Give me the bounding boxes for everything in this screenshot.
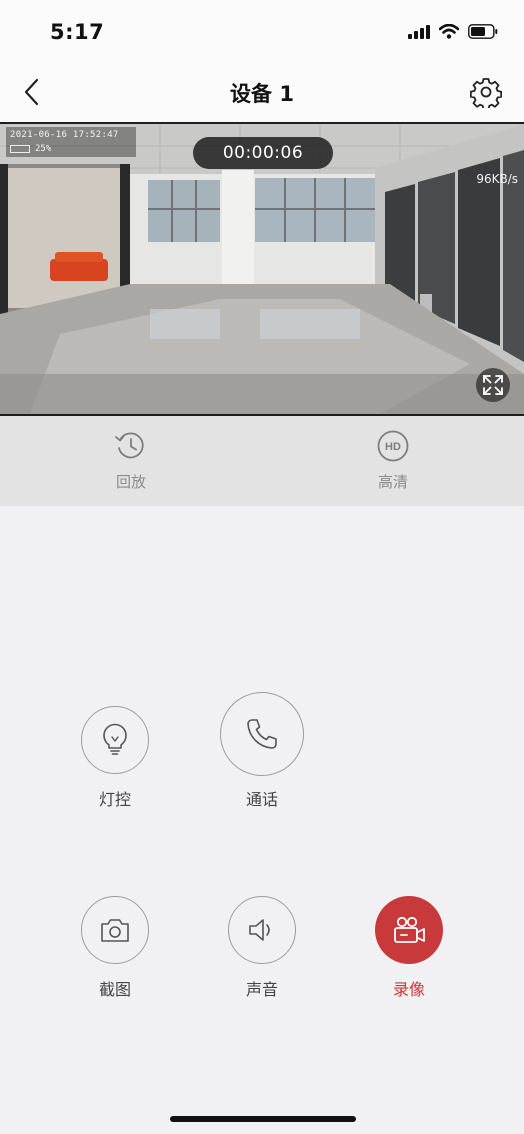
quick-action-bar: 回放 HD 高清 xyxy=(0,416,524,506)
sound-button[interactable]: 声音 xyxy=(207,896,317,1000)
wifi-icon xyxy=(439,24,459,39)
record-label: 录像 xyxy=(392,980,425,999)
expand-icon xyxy=(483,375,503,395)
page-title: 设备 1 xyxy=(230,82,294,106)
record-circle[interactable] xyxy=(375,896,443,964)
sound-label: 声音 xyxy=(245,980,278,999)
light-control-button[interactable]: 灯控 xyxy=(60,706,170,810)
status-bar: 5:17 xyxy=(0,0,524,62)
light-control-circle[interactable] xyxy=(81,706,149,774)
screenshot-circle[interactable] xyxy=(81,896,149,964)
status-time: 5:17 xyxy=(50,20,105,44)
light-control-label: 灯控 xyxy=(98,790,131,809)
history-clock-icon xyxy=(115,432,144,459)
phone-icon xyxy=(247,719,277,749)
record-button[interactable]: 录像 xyxy=(354,896,464,1000)
battery-icon xyxy=(468,24,498,39)
fullscreen-button[interactable] xyxy=(476,368,510,402)
gear-icon xyxy=(470,78,502,108)
home-indicator[interactable] xyxy=(170,1116,356,1122)
quality-button[interactable]: HD 高清 xyxy=(343,429,443,492)
bitrate-readout: 96KB/s xyxy=(476,172,518,186)
recording-timer: 00:00:06 xyxy=(193,137,333,169)
call-button[interactable]: 通话 xyxy=(207,692,317,810)
quality-label: 高清 xyxy=(377,473,408,491)
osd-battery-icon xyxy=(10,145,30,153)
osd-battery-value: 25% xyxy=(35,144,52,154)
status-icons xyxy=(408,24,498,39)
call-label: 通话 xyxy=(245,790,278,809)
playback-label: 回放 xyxy=(115,473,146,491)
hd-icon: HD xyxy=(377,430,409,462)
camera-icon xyxy=(101,919,129,942)
osd-battery: 25% xyxy=(10,144,51,154)
speaker-icon xyxy=(249,919,270,941)
playback-button[interactable]: 回放 xyxy=(81,429,181,492)
live-video-feed[interactable]: 2021-06-16 17:52:47 25% 00:00:06 96KB/s xyxy=(0,122,524,416)
signal-icon xyxy=(408,24,430,39)
video-camera-icon xyxy=(394,916,425,943)
device-live-page: 5:17 设备 1 2021-06-16 17:52:47 25% 00:00:… xyxy=(0,0,524,1134)
hd-badge-text: HD xyxy=(385,441,401,453)
call-circle[interactable] xyxy=(220,692,304,776)
sound-circle[interactable] xyxy=(228,896,296,964)
osd-datetime: 2021-06-16 17:52:47 xyxy=(10,130,119,140)
nav-bar: 设备 1 xyxy=(0,62,524,122)
settings-button[interactable] xyxy=(466,72,506,112)
lightbulb-icon xyxy=(103,723,127,755)
screenshot-button[interactable]: 截图 xyxy=(60,896,170,1000)
screenshot-label: 截图 xyxy=(98,980,131,999)
